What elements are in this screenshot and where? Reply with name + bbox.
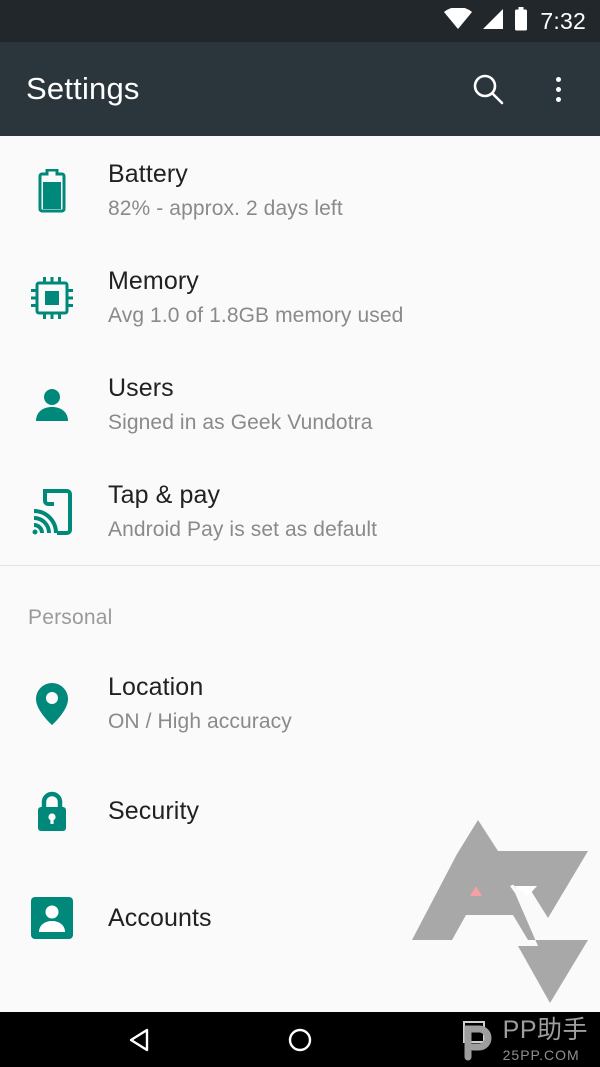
list-item-subtitle: ON / High accuracy: [108, 709, 292, 733]
list-item-title: Accounts: [108, 903, 212, 932]
list-item-text: Location ON / High accuracy: [108, 672, 292, 735]
search-icon[interactable]: [464, 65, 512, 113]
navigation-bar: PP助手 25PP.COM: [0, 1012, 600, 1067]
list-item-title: Memory: [108, 266, 199, 295]
list-item-text: Memory Avg 1.0 of 1.8GB memory used: [108, 266, 403, 329]
list-item-title: Users: [108, 373, 174, 402]
cellular-signal-icon: [481, 8, 505, 35]
app-bar: Settings: [0, 42, 600, 136]
wifi-icon: [444, 6, 473, 35]
watermark-text: PP助手 25PP.COM: [502, 1015, 588, 1063]
list-item-memory[interactable]: Memory Avg 1.0 of 1.8GB memory used: [0, 244, 600, 351]
list-item-text: Users Signed in as Geek Vundotra: [108, 373, 373, 436]
overflow-dot: [555, 96, 561, 102]
settings-list[interactable]: 48 apps installed Battery 82% - approx. …: [0, 42, 600, 1012]
back-triangle-icon[interactable]: [118, 1018, 162, 1062]
list-item-users[interactable]: Users Signed in as Geek Vundotra: [0, 351, 600, 458]
pp-assistant-watermark: PP助手 25PP.COM: [459, 1015, 588, 1063]
location-pin-icon: [28, 680, 76, 728]
accounts-contact-icon: [28, 894, 76, 942]
section-header-personal: Personal: [28, 606, 113, 629]
watermark-subtitle: 25PP.COM: [502, 1046, 580, 1063]
battery-icon: [28, 167, 76, 215]
list-item-text: Security: [108, 796, 199, 826]
memory-chip-icon: [28, 274, 76, 322]
list-item-subtitle: 82% - approx. 2 days left: [108, 196, 343, 220]
watermark-title: PP助手: [502, 1015, 588, 1044]
status-bar: 7:32: [0, 0, 600, 42]
list-item-text: Battery 82% - approx. 2 days left: [108, 159, 343, 222]
list-item-title: Security: [108, 796, 200, 825]
list-item-accounts[interactable]: Accounts: [0, 864, 600, 971]
list-item-title: Battery: [108, 159, 188, 188]
list-item-text: Accounts: [108, 903, 212, 933]
status-bar-clock: 7:32: [540, 7, 586, 34]
list-item-subtitle: Android Pay is set as default: [108, 517, 378, 541]
list-item-tap-and-pay[interactable]: Tap & pay Android Pay is set as default: [0, 458, 600, 565]
phone-screen: 48 apps installed Battery 82% - approx. …: [0, 0, 600, 1067]
list-item-subtitle: Avg 1.0 of 1.8GB memory used: [108, 303, 404, 327]
pp-logo-icon: [462, 1020, 492, 1060]
list-item-location[interactable]: Location ON / High accuracy: [0, 650, 600, 757]
user-icon: [28, 381, 76, 429]
nfc-tap-and-pay-icon: [28, 488, 76, 536]
list-item-security[interactable]: Security: [0, 757, 600, 864]
list-item-text: Tap & pay Android Pay is set as default: [108, 480, 377, 543]
overflow-dot: [555, 86, 561, 92]
list-item-title: Tap & pay: [108, 480, 221, 509]
home-circle-icon[interactable]: [278, 1018, 322, 1062]
lock-icon: [28, 787, 76, 835]
overflow-dot: [555, 76, 561, 82]
list-item-subtitle: Signed in as Geek Vundotra: [108, 410, 373, 434]
list-item-title: Location: [108, 672, 204, 701]
list-item-battery[interactable]: Battery 82% - approx. 2 days left: [0, 137, 600, 244]
more-options-icon[interactable]: [534, 65, 582, 113]
page-title: Settings: [26, 71, 140, 106]
battery-icon: [514, 6, 528, 36]
